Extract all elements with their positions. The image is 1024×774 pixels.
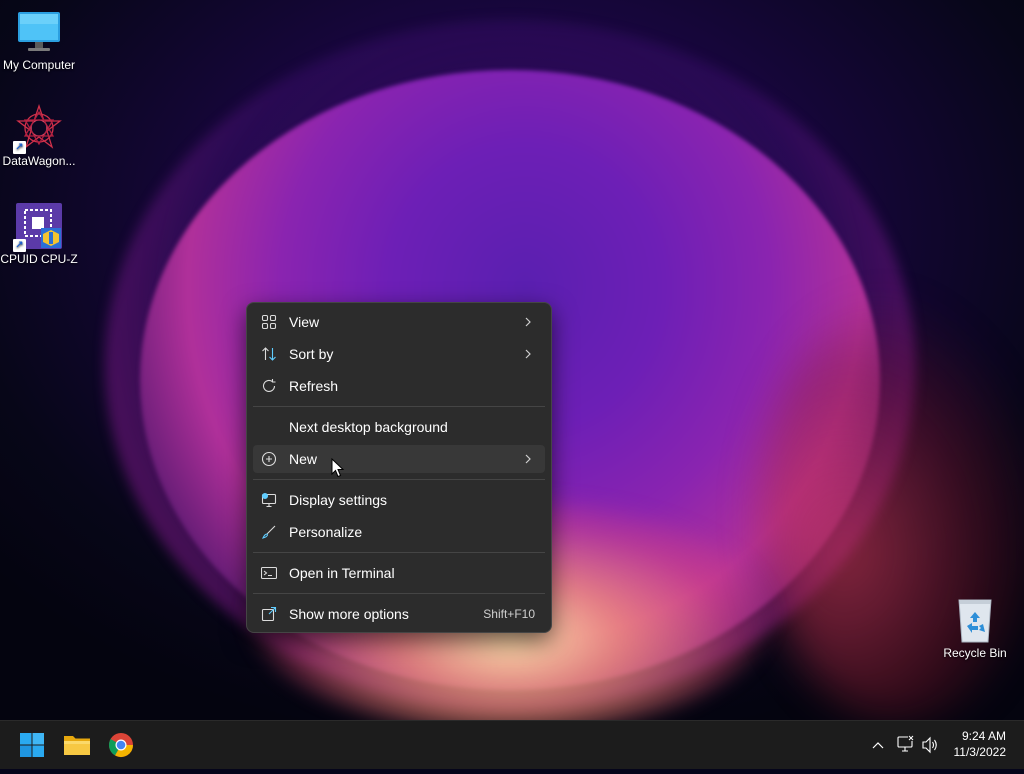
refresh-icon: [261, 378, 277, 394]
menu-item-refresh[interactable]: Refresh: [253, 372, 545, 400]
menu-item-label: Next desktop background: [289, 419, 448, 435]
windows-logo-icon: [20, 733, 44, 757]
menu-item-label: Refresh: [289, 378, 339, 394]
menu-separator: [253, 552, 545, 553]
menu-separator: [253, 593, 545, 594]
desktop-icon-cpuz[interactable]: ↗ CPUID CPU-Z: [0, 202, 78, 266]
cpuz-icon: ↗: [13, 202, 63, 252]
plus-circle-icon: [261, 451, 277, 467]
menu-item-label: New: [289, 451, 318, 467]
menu-item-new[interactable]: New: [253, 445, 545, 473]
chrome-button[interactable]: [105, 729, 137, 761]
taskbar-clock[interactable]: 9:24 AM 11/3/2022: [936, 728, 1007, 760]
network-status-button[interactable]: [896, 721, 916, 769]
monitor-icon: [15, 8, 63, 56]
menu-item-label: View: [289, 314, 320, 330]
desktop-icon-label: DataWagon...: [2, 154, 76, 168]
start-button[interactable]: [16, 729, 48, 761]
chevron-right-icon: [523, 451, 533, 467]
share-icon: [261, 606, 277, 622]
brush-icon: [261, 524, 277, 540]
file-explorer-button[interactable]: [61, 729, 93, 761]
show-hidden-icons-button[interactable]: [868, 721, 888, 769]
desktop-icon-datawagon[interactable]: ↗ DataWagon...: [0, 103, 78, 168]
chevron-up-icon: [872, 742, 884, 749]
menu-item-show-more-options[interactable]: Show more options Shift+F10: [253, 600, 545, 628]
menu-item-label: Display settings: [289, 492, 388, 508]
menu-item-open-in-terminal[interactable]: Open in Terminal: [253, 559, 545, 587]
network-icon: [897, 735, 914, 752]
folder-icon: [64, 736, 90, 755]
chrome-icon: [108, 733, 133, 758]
menu-item-sort-by[interactable]: Sort by: [253, 340, 545, 368]
menu-item-view[interactable]: View: [253, 308, 545, 336]
menu-item-label: Open in Terminal: [289, 565, 395, 581]
desktop-icon-label: CPUID CPU-Z: [0, 252, 78, 266]
desktop-icon-label: Recycle Bin: [943, 646, 1007, 660]
menu-item-label: Show more options: [289, 606, 409, 622]
keyboard-shortcut: Shift+F10: [483, 607, 535, 621]
menu-separator: [253, 406, 545, 407]
menu-item-personalize[interactable]: Personalize: [253, 518, 545, 546]
shortcut-arrow-icon: ↗: [13, 239, 26, 252]
clock-date: 11/3/2022: [953, 745, 1007, 759]
chevron-right-icon: [523, 346, 533, 362]
desktop-context-menu: View Sort by Refresh Next desktop backgr…: [246, 302, 552, 633]
mouse-cursor-icon: [331, 457, 345, 478]
desktop-icon-label: My Computer: [2, 58, 76, 72]
shortcut-arrow-icon: ↗: [13, 141, 26, 154]
terminal-icon: [260, 565, 278, 581]
desktop-icon-my-computer[interactable]: My Computer: [0, 8, 78, 72]
display-icon: [261, 492, 277, 508]
recycle-bin-icon: [951, 596, 999, 644]
menu-item-next-desktop-background[interactable]: Next desktop background: [253, 413, 545, 441]
desktop-icon-recycle-bin[interactable]: Recycle Bin: [936, 596, 1014, 660]
clock-time: 9:24 AM: [961, 729, 1006, 743]
grid-icon: [261, 314, 277, 330]
taskbar: 9:24 AM 11/3/2022: [0, 720, 1024, 769]
sort-icon: [261, 346, 277, 362]
menu-separator: [253, 479, 545, 480]
menu-item-label: Personalize: [289, 524, 363, 540]
chevron-right-icon: [523, 314, 533, 330]
menu-item-display-settings[interactable]: Display settings: [253, 486, 545, 514]
menu-item-label: Sort by: [289, 346, 334, 362]
datawagon-logo-icon: ↗: [13, 103, 63, 154]
